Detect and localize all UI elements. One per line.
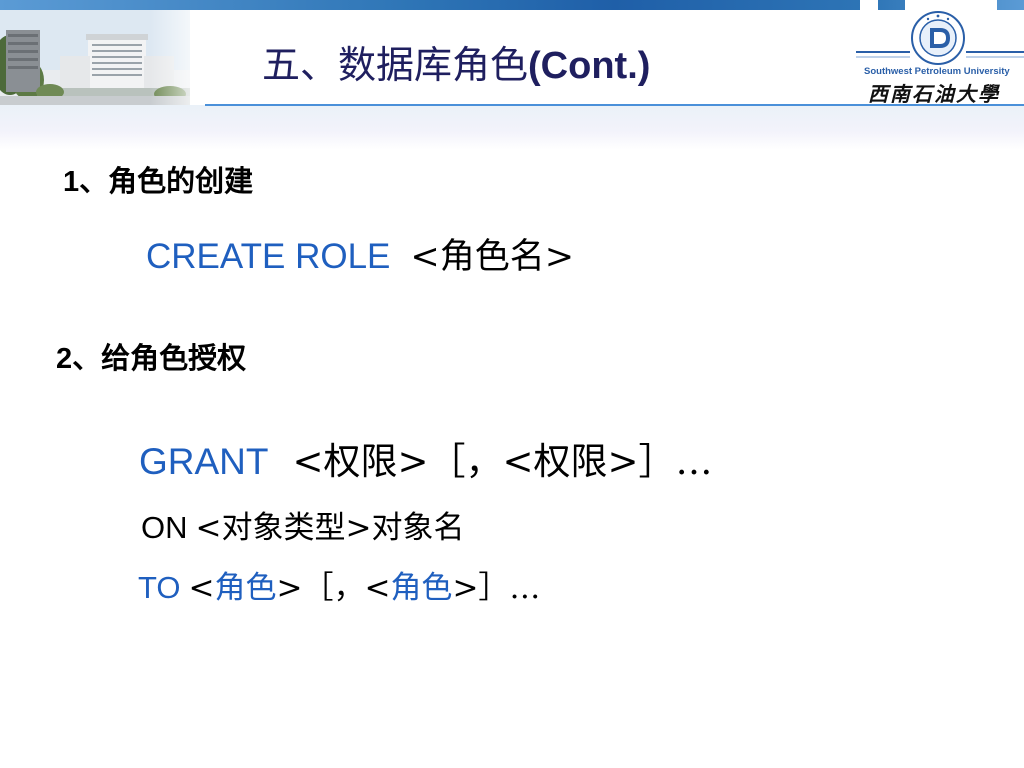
grant-keyword: GRANT (139, 441, 269, 482)
to-syntax-line: TO <角色>［，<角色>］… (138, 562, 540, 607)
on-object: <对象类型>对象名 (195, 510, 465, 546)
create-role-syntax: CREATE ROLE <角色名> (146, 228, 574, 279)
section1-number: 1 (63, 166, 80, 198)
grant-privileges: <权限>［，<权限>］… (292, 440, 713, 483)
university-emblem-icon (911, 11, 965, 65)
university-name-english: Southwest Petroleum University (864, 66, 1010, 77)
section2-number: 2 (56, 343, 73, 375)
to-mid: >［，< (276, 570, 391, 606)
university-name-chinese: 西南石油大學 (868, 82, 1000, 106)
to-role-1: 角色 (214, 570, 277, 606)
photo-fade (150, 10, 210, 105)
university-logo: Southwest Petroleum University 西南石油大學 (856, 8, 1024, 106)
slide: 五、数据库角色(Cont.) Southwest Petroleum Unive… (0, 0, 1024, 768)
grant-syntax-line: GRANT <权限>［，<权限>］… (139, 431, 713, 485)
section2-heading-text: 、给角色授权 (72, 343, 247, 375)
slide-title: 五、数据库角色(Cont.) (262, 34, 650, 89)
section1-heading-text: 、角色的创建 (79, 166, 254, 198)
section1-heading: 1、角色的创建 (63, 158, 253, 200)
on-syntax-line: ON <对象类型>对象名 (141, 502, 464, 547)
to-end: >］… (452, 570, 541, 606)
to-role-2: 角色 (390, 570, 453, 606)
create-role-placeholder: <角色名> (410, 237, 575, 277)
to-keyword: TO (138, 570, 181, 605)
section2-heading: 2、给角色授权 (56, 335, 246, 377)
on-keyword: ON (141, 510, 188, 545)
create-role-keyword: CREATE ROLE (146, 237, 391, 276)
header-band (0, 105, 1024, 150)
to-lt: < (188, 570, 215, 606)
title-chinese: 五、数据库角色 (262, 43, 529, 87)
title-latin: (Cont.) (528, 45, 651, 87)
